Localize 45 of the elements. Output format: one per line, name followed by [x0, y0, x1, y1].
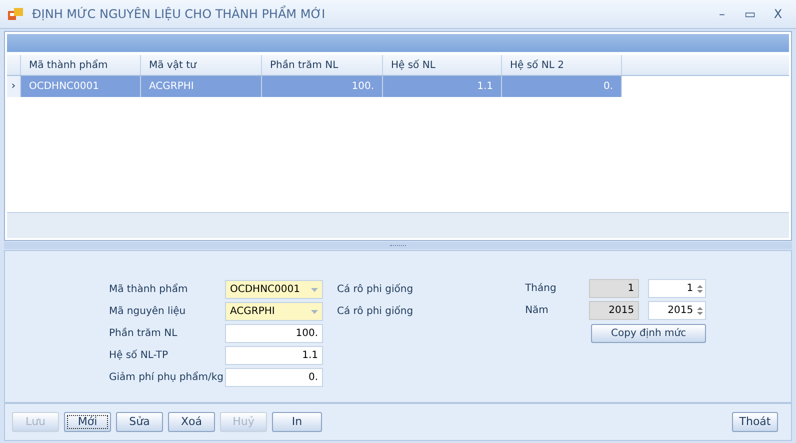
- field-label: Tháng: [525, 282, 558, 296]
- field-label: Năm: [525, 304, 550, 318]
- table-cell: OCDHNC0001: [21, 76, 141, 97]
- column-header[interactable]: Hệ số NL: [383, 55, 502, 75]
- close-button[interactable]: X: [772, 5, 784, 23]
- field-description: Cá rô phi giống: [337, 282, 414, 297]
- field-label: Phần trăm NL: [109, 326, 178, 341]
- combo-field[interactable]: OCDHNC0001: [225, 280, 323, 299]
- input-field[interactable]: 100.: [225, 324, 323, 343]
- toolbar-button[interactable]: Mới: [64, 412, 111, 432]
- toolbar-button[interactable]: Sửa: [116, 412, 163, 432]
- readonly-field: 2015: [589, 301, 640, 320]
- field-label: Mã nguyên liệu: [109, 305, 187, 319]
- dropdown-icon: [311, 288, 318, 292]
- input-field[interactable]: 0.: [225, 368, 323, 387]
- field-label: Giảm phí phụ phẩm/kg: [109, 370, 224, 385]
- field-label: Mã thành phẩm: [109, 282, 189, 297]
- column-header[interactable]: Phần trăm NL: [262, 55, 383, 75]
- combo-field[interactable]: ACGRPHI: [225, 302, 323, 321]
- dropdown-icon: [311, 310, 318, 314]
- toolbar-button[interactable]: Xoá: [168, 412, 215, 432]
- readonly-field: 1: [589, 279, 640, 298]
- copy-button[interactable]: Copy định mức: [591, 324, 706, 343]
- toolbar-button[interactable]: In: [272, 412, 322, 432]
- table-cell: 1.1: [383, 76, 502, 97]
- spin-field[interactable]: 1: [648, 279, 706, 298]
- exit-button[interactable]: Thoát: [732, 412, 778, 432]
- indicator-header: [7, 55, 21, 75]
- window-title: ĐỊNH MỨC NGUYÊN LIỆU CHO THÀNH PHẨM MỚI: [32, 5, 326, 23]
- row-indicator[interactable]: ›: [7, 76, 21, 97]
- column-header[interactable]: Hệ số NL 2: [502, 55, 622, 75]
- column-header[interactable]: Mã vật tư: [141, 55, 262, 75]
- input-field[interactable]: 1.1: [225, 346, 323, 365]
- spinner-icon[interactable]: [697, 284, 704, 294]
- minimize-button[interactable]: –: [716, 5, 728, 23]
- field-description: Cá rô phi giống: [337, 304, 414, 319]
- spinner-icon[interactable]: [697, 306, 704, 316]
- app-icon: [8, 7, 24, 21]
- column-header[interactable]: Mã thành phẩm: [21, 55, 141, 75]
- spin-field[interactable]: 2015: [648, 301, 706, 320]
- maximize-button[interactable]: ▭: [744, 5, 756, 23]
- table-cell: 100.: [262, 76, 383, 97]
- field-label: Hệ số NL-TP: [109, 348, 170, 363]
- table-cell: ACGRPHI: [141, 76, 262, 97]
- table-cell: 0.: [502, 76, 622, 97]
